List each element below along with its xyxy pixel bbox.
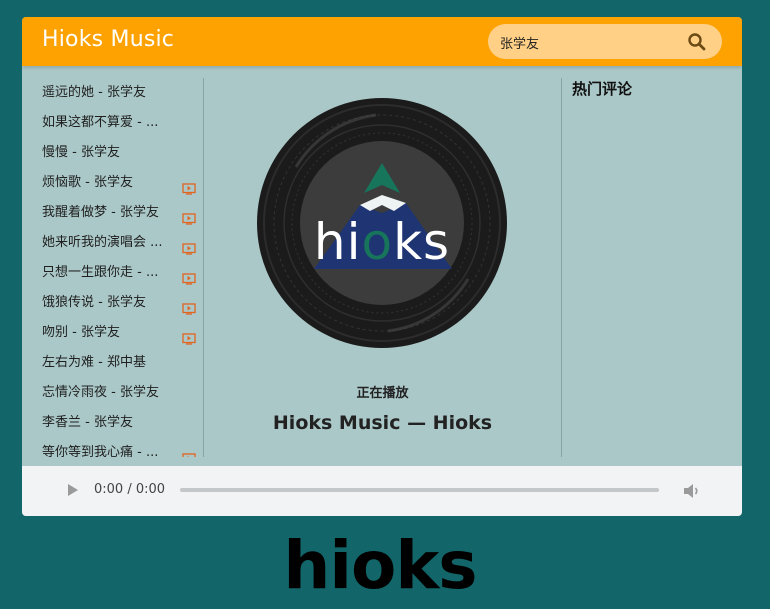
song-item[interactable]: 李香兰 - 张学友: [22, 408, 203, 438]
song-label: 等你等到我心痛 - ...: [42, 445, 159, 457]
search-icon[interactable]: [686, 31, 708, 53]
song-item[interactable]: 烦恼歌 - 张学友: [22, 168, 203, 198]
song-item[interactable]: 我醒着做梦 - 张学友: [22, 198, 203, 228]
vinyl-disc: hioks: [256, 97, 508, 349]
song-list: 遥远的她 - 张学友 如果这都不算爱 - ... 慢慢 - 张学友 烦恼歌 - 张学友…: [22, 78, 204, 457]
song-item[interactable]: 只想一生跟你走 - ...: [22, 258, 203, 288]
song-label: 左右为难 - 郑中基: [42, 355, 146, 370]
mv-icon[interactable]: [182, 327, 196, 345]
mv-icon[interactable]: [182, 297, 196, 315]
song-item[interactable]: 吻别 - 张学友: [22, 318, 203, 348]
song-label: 吻别 - 张学友: [42, 325, 120, 340]
svg-text:hioks: hioks: [314, 213, 450, 271]
player-panel: hioks 正在播放 Hioks Music — Hioks: [204, 66, 561, 457]
app-title: Hioks Music: [42, 27, 175, 52]
main-content: 遥远的她 - 张学友 如果这都不算爱 - ... 慢慢 - 张学友 烦恼歌 - 张学友…: [22, 66, 742, 457]
hot-comments-panel: 热门评论: [561, 78, 742, 457]
song-item[interactable]: 她来听我的演唱会 ...: [22, 228, 203, 258]
song-item[interactable]: 左右为难 - 郑中基: [22, 348, 203, 378]
mv-icon[interactable]: [182, 447, 196, 457]
song-label: 饿狼传说 - 张学友: [42, 295, 146, 310]
header-bar: Hioks Music: [22, 17, 742, 66]
music-app-window: Hioks Music 遥远的她 - 张学友如果这都不算爱 - ... 慢慢 - …: [22, 17, 742, 516]
audio-player: 0:00 / 0:00: [22, 466, 742, 516]
song-item[interactable]: 慢慢 - 张学友: [22, 138, 203, 168]
play-icon[interactable]: [66, 482, 80, 498]
svg-text:hioks: hioks: [283, 527, 476, 598]
comments-title: 热门评论: [572, 80, 633, 98]
volume-icon[interactable]: [682, 481, 702, 501]
song-label: 她来听我的演唱会 ...: [42, 235, 163, 250]
song-label: 遥远的她 - 张学友: [42, 85, 146, 100]
song-label: 我醒着做梦 - 张学友: [42, 205, 159, 220]
hioks-logo: hioks: [280, 526, 480, 604]
song-label: 烦恼歌 - 张学友: [42, 175, 133, 190]
mv-icon[interactable]: [182, 207, 196, 225]
mv-icon[interactable]: [182, 267, 196, 285]
mv-icon[interactable]: [182, 177, 196, 195]
song-item[interactable]: 如果这都不算爱 - ...: [22, 108, 203, 138]
now-playing-label: 正在播放: [356, 386, 409, 401]
track-title: Hioks Music — Hioks: [272, 412, 493, 434]
song-item[interactable]: 忘情冷雨夜 - 张学友: [22, 378, 203, 408]
progress-bar[interactable]: [180, 488, 659, 492]
song-item[interactable]: 等你等到我心痛 - ...: [22, 438, 203, 457]
time-display: 0:00 / 0:00: [94, 482, 166, 497]
song-label: 忘情冷雨夜 - 张学友: [42, 385, 159, 400]
song-item[interactable]: 饿狼传说 - 张学友: [22, 288, 203, 318]
song-label: 李香兰 - 张学友: [42, 415, 133, 430]
song-item[interactable]: 遥远的她 - 张学友: [22, 78, 203, 108]
search-box: [488, 24, 722, 59]
search-input[interactable]: [498, 28, 682, 57]
song-label: 只想一生跟你走 - ...: [42, 265, 159, 280]
mv-icon[interactable]: [182, 237, 196, 255]
song-label: 慢慢 - 张学友: [42, 145, 120, 160]
song-label: 如果这都不算爱 - ...: [42, 115, 159, 130]
